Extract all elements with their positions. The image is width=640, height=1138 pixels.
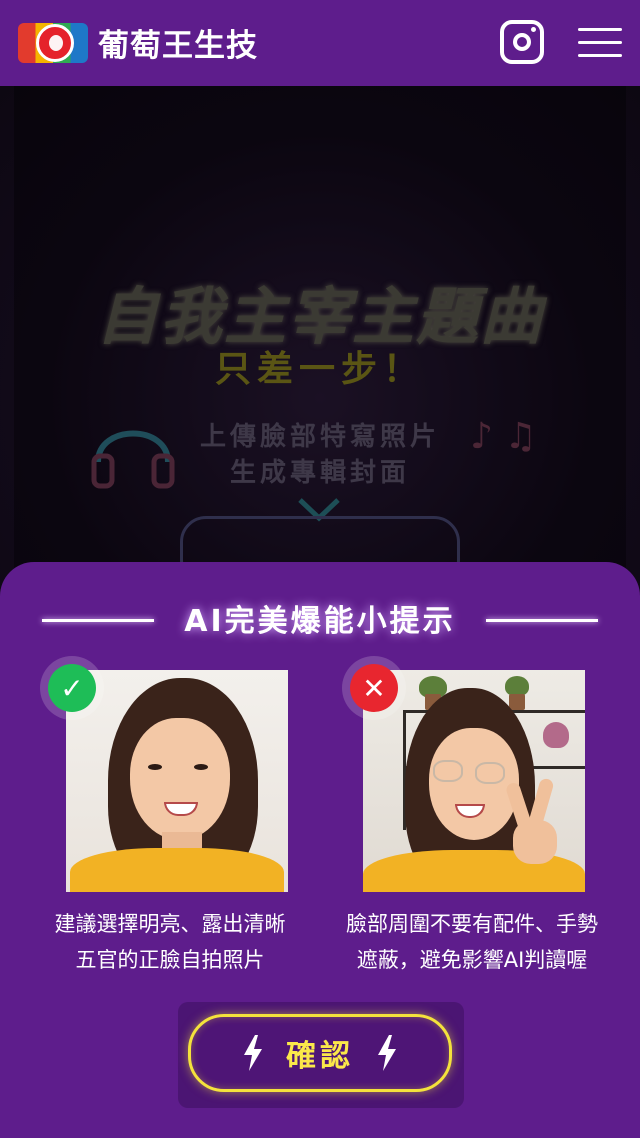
- good-example-caption: 建議選擇明亮、露出清晰 五官的正臉自拍照片: [54, 912, 286, 972]
- close-icon: ✕: [350, 664, 398, 712]
- bad-example-badge: ✕: [342, 656, 406, 720]
- grape-king-logo-icon: [18, 22, 88, 63]
- brand-logo[interactable]: 葡萄王生技: [18, 20, 258, 65]
- hamburger-menu-icon[interactable]: [578, 24, 622, 60]
- brand-name: 葡萄王生技: [98, 28, 258, 64]
- music-notes-icon: ♪ ♫: [470, 416, 537, 457]
- tips-modal: AI完美爆能小提示 ✓ ✕ 建議選擇明亮、露出清晰 五官的正臉自拍照片 臉部周圍…: [0, 562, 640, 1138]
- modal-title: AI完美爆能小提示: [184, 604, 456, 639]
- confirm-button[interactable]: 確認: [188, 1014, 452, 1092]
- hero-section: 自我主宰主題曲 只差一步！ 上傳臉部特寫照片 生成專輯封面 ♪ ♫: [0, 86, 640, 606]
- title-divider-right: [486, 619, 598, 622]
- hero-instruction-2: 生成專輯封面: [229, 458, 410, 488]
- lightning-bolt-icon: [244, 1035, 262, 1071]
- hero-instruction-1: 上傳臉部特寫照片: [199, 422, 440, 452]
- confirm-label: 確認: [286, 1039, 354, 1074]
- lightning-bolt-icon: [378, 1035, 396, 1071]
- bad-example-caption: 臉部周圍不要有配件、手勢 遮蔽，避免影響AI判讀喔: [346, 912, 598, 972]
- check-icon: ✓: [48, 664, 96, 712]
- hero-subtitle: 只差一步！: [214, 349, 425, 390]
- good-example-badge: ✓: [40, 656, 104, 720]
- instagram-icon[interactable]: [500, 20, 544, 64]
- top-header: 葡萄王生技: [0, 0, 640, 86]
